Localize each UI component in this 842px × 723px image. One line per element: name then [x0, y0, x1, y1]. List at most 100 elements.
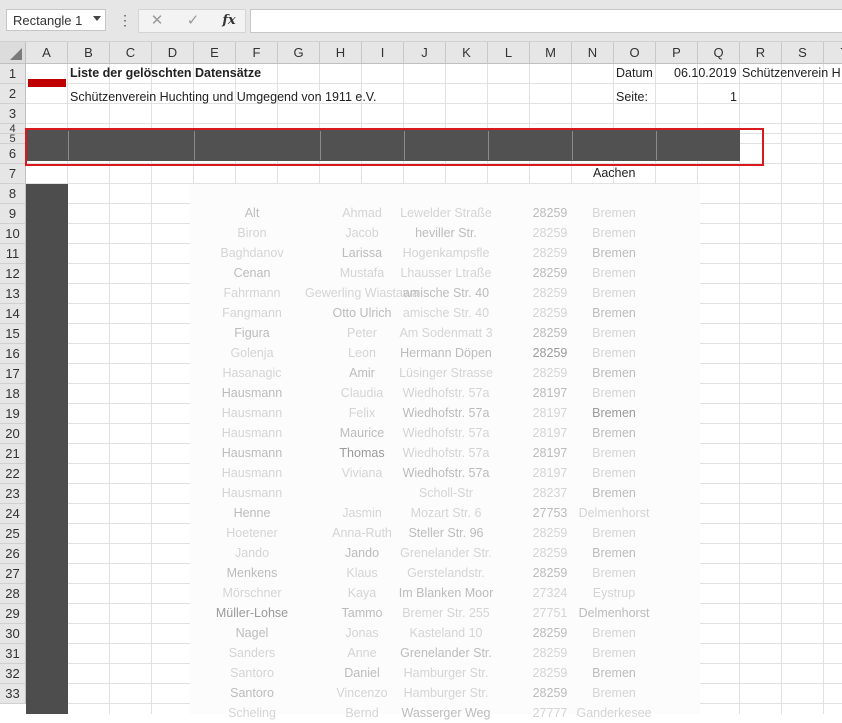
enter-icon[interactable]: ✓ — [175, 10, 211, 32]
column-header-s[interactable]: S — [782, 42, 824, 64]
more-options-icon[interactable]: ⋮ — [118, 11, 132, 29]
ghost-cell: Fangmann — [222, 306, 282, 320]
row-header-14[interactable]: 14 — [0, 304, 26, 324]
ghost-cell: Ganderkesee — [576, 706, 652, 720]
column-a-shape[interactable] — [26, 184, 68, 714]
column-header-t[interactable]: T — [824, 42, 842, 64]
row-header-32[interactable]: 32 — [0, 664, 26, 684]
column-header-p[interactable]: P — [656, 42, 698, 64]
column-header-e[interactable]: E — [194, 42, 236, 64]
row-header-13[interactable]: 13 — [0, 284, 26, 304]
seite-label[interactable]: Seite: — [616, 87, 648, 107]
column-header-q[interactable]: Q — [698, 42, 740, 64]
row-header-16[interactable]: 16 — [0, 344, 26, 364]
ghost-cell: Wasserger Weg — [401, 706, 491, 720]
row-header-27[interactable]: 27 — [0, 564, 26, 584]
ghost-cell: Bremen — [592, 266, 636, 280]
column-header-i[interactable]: I — [362, 42, 404, 64]
row-header-8[interactable]: 8 — [0, 184, 26, 204]
row-header-22[interactable]: 22 — [0, 464, 26, 484]
chevron-down-icon[interactable] — [93, 16, 101, 21]
ghost-cell: Alt — [244, 206, 260, 220]
ghost-cell: Wiedhofstr. 57a — [402, 466, 490, 480]
ghost-cell: Bremen — [592, 626, 636, 640]
column-header-b[interactable]: B — [68, 42, 110, 64]
column-header-h[interactable]: H — [320, 42, 362, 64]
ghost-cell: Hausmann — [221, 406, 283, 420]
ghost-cell: Hausmann — [221, 466, 283, 480]
club-name[interactable]: Schützenverein Huchting und Umgegend von… — [70, 87, 376, 107]
row-header-12[interactable]: 12 — [0, 264, 26, 284]
seite-value[interactable]: 1 — [730, 87, 737, 107]
column-header-j[interactable]: J — [404, 42, 446, 64]
row-header-20[interactable]: 20 — [0, 424, 26, 444]
column-header-c[interactable]: C — [110, 42, 152, 64]
row-header-26[interactable]: 26 — [0, 544, 26, 564]
ghost-cell: Sanders — [228, 646, 276, 660]
ghost-cell: Delmenhorst — [578, 606, 650, 620]
column-header-k[interactable]: K — [446, 42, 488, 64]
row-header-31[interactable]: 31 — [0, 644, 26, 664]
ghost-cell: Golenja — [230, 346, 274, 360]
row-header-10[interactable]: 10 — [0, 224, 26, 244]
row-header-11[interactable]: 11 — [0, 244, 26, 264]
row-header-6[interactable]: 6 — [0, 144, 26, 164]
ghost-cell: Gerstelandstr. — [407, 566, 485, 580]
row-header-30[interactable]: 30 — [0, 624, 26, 644]
ghost-cell: Hausmann — [221, 486, 283, 500]
row-header-24[interactable]: 24 — [0, 504, 26, 524]
red-marker — [28, 79, 66, 87]
row-header-17[interactable]: 17 — [0, 364, 26, 384]
ghost-cell: Bremen — [592, 366, 636, 380]
ghost-cell: Bremen — [592, 286, 636, 300]
row-header-9[interactable]: 9 — [0, 204, 26, 224]
ghost-cell: Jando — [234, 546, 270, 560]
ghost-cell: Figura — [234, 326, 270, 340]
datum-label[interactable]: Datum — [616, 63, 653, 83]
row-header-15[interactable]: 15 — [0, 324, 26, 344]
column-header-o[interactable]: O — [614, 42, 656, 64]
row-header-5[interactable]: 5 — [0, 134, 26, 145]
column-header-n[interactable]: N — [572, 42, 614, 64]
formula-input[interactable] — [250, 9, 842, 33]
ghost-cell: amische Str. 40 — [402, 286, 490, 300]
row-header-7[interactable]: 7 — [0, 164, 26, 184]
formula-toolbar: Rectangle 1 ⋮ ✕ ✓ fx — [0, 0, 842, 42]
column-header-f[interactable]: F — [236, 42, 278, 64]
ghost-cell: Bremen — [592, 666, 636, 680]
ghost-cell: Bremen — [592, 526, 636, 540]
row-header-18[interactable]: 18 — [0, 384, 26, 404]
ghost-cell: Grenelander Str. — [400, 546, 492, 560]
ghost-cell: Müller-Lohse — [215, 606, 289, 620]
row-header-28[interactable]: 28 — [0, 584, 26, 604]
column-header-r[interactable]: R — [740, 42, 782, 64]
ghost-cell: Hoetener — [226, 526, 278, 540]
row-header-23[interactable]: 23 — [0, 484, 26, 504]
row-header-1[interactable]: 1 — [0, 64, 26, 84]
row-header-29[interactable]: 29 — [0, 604, 26, 624]
ghost-cell: Wiedhofstr. 57a — [402, 406, 490, 420]
ghost-cell: Hermann Döpen — [400, 346, 492, 360]
ghost-cell: Hausmann — [221, 426, 283, 440]
column-header-a[interactable]: A — [26, 42, 68, 64]
row6-city[interactable]: Aachen — [593, 163, 635, 183]
club-short[interactable]: Schützenverein H — [742, 63, 841, 83]
row-header-25[interactable]: 25 — [0, 524, 26, 544]
row-header-21[interactable]: 21 — [0, 444, 26, 464]
insert-function-icon[interactable]: fx — [211, 10, 247, 32]
row-header-33[interactable]: 33 — [0, 684, 26, 704]
column-header-g[interactable]: G — [278, 42, 320, 64]
row-header-3[interactable]: 3 — [0, 104, 26, 124]
name-box[interactable]: Rectangle 1 — [6, 9, 106, 31]
select-all-icon[interactable] — [10, 48, 22, 60]
row-header-19[interactable]: 19 — [0, 404, 26, 424]
ghost-cell: Santoro — [230, 666, 274, 680]
cancel-icon[interactable]: ✕ — [139, 10, 175, 32]
column-header-l[interactable]: L — [488, 42, 530, 64]
column-header-d[interactable]: D — [152, 42, 194, 64]
datum-value[interactable]: 06.10.2019 — [674, 63, 737, 83]
sheet-title[interactable]: Liste der gelöschten Datensätze — [70, 63, 261, 83]
row-header-2[interactable]: 2 — [0, 84, 26, 104]
ghost-cell: Santoro — [230, 686, 274, 700]
column-header-m[interactable]: M — [530, 42, 572, 64]
